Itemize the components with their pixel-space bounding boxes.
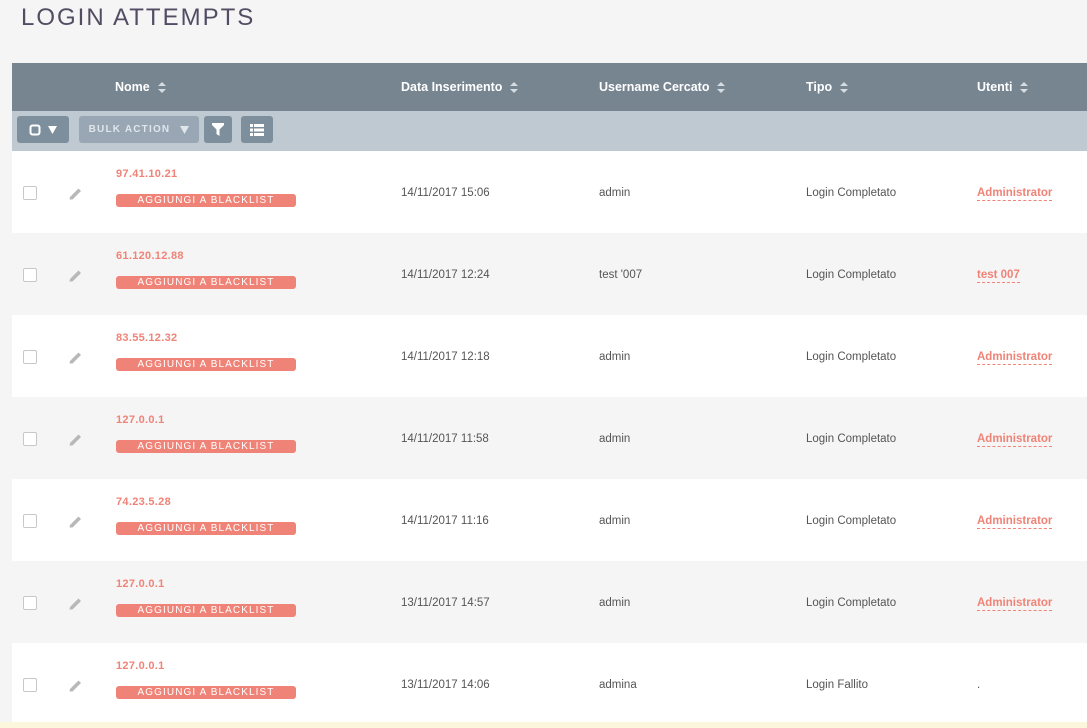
date-cell: 14/11/2017 15:06 [401, 187, 490, 199]
sort-icon [510, 81, 519, 93]
list-icon [250, 123, 264, 136]
column-header-username-cercato[interactable]: Username Cercato [599, 80, 726, 94]
bulk-action-label: BULK ACTION [88, 124, 171, 135]
table-row: 127.0.0.1 AGGIUNGI A BLACKLIST 13/11/201… [12, 561, 1087, 643]
sort-icon [840, 81, 849, 93]
date-cell: 14/11/2017 11:16 [401, 515, 489, 527]
column-label: Username Cercato [599, 80, 710, 94]
sort-icon [717, 81, 726, 93]
type-cell: Login Completato [806, 269, 897, 281]
column-header-utenti[interactable]: Utenti [977, 80, 1029, 94]
row-checkbox[interactable] [23, 350, 37, 364]
username-cell: admin [599, 187, 631, 199]
username-cell: admin [599, 433, 631, 445]
user-cell: . [977, 679, 981, 691]
type-cell: Login Completato [806, 515, 897, 527]
pencil-icon[interactable] [69, 597, 83, 610]
add-to-blacklist-button[interactable]: AGGIUNGI A BLACKLIST [116, 686, 296, 699]
pencil-icon[interactable] [69, 433, 83, 446]
row-checkbox[interactable] [23, 186, 37, 200]
caret-down-icon [48, 125, 57, 134]
pencil-icon[interactable] [69, 679, 83, 692]
sort-icon [157, 81, 166, 93]
footer-strip [0, 722, 1087, 728]
user-link[interactable]: test 007 [977, 269, 1020, 283]
list-view-table: Nome Data Inserimento Username Cercato T… [12, 63, 1087, 725]
filter-icon [212, 123, 224, 136]
column-label: Data Inserimento [401, 80, 503, 94]
ip-address-link[interactable]: 127.0.0.1 [116, 414, 165, 426]
date-cell: 13/11/2017 14:06 [401, 679, 490, 691]
add-to-blacklist-button[interactable]: AGGIUNGI A BLACKLIST [116, 440, 296, 453]
pencil-icon[interactable] [69, 351, 83, 364]
ip-address-link[interactable]: 127.0.0.1 [116, 660, 165, 672]
type-cell: Login Fallito [806, 679, 869, 691]
user-link[interactable]: Administrator [977, 187, 1053, 201]
column-header-nome[interactable]: Nome [115, 80, 166, 94]
row-checkbox[interactable] [23, 268, 37, 282]
table-header: Nome Data Inserimento Username Cercato T… [12, 63, 1087, 111]
ip-address-link[interactable]: 61.120.12.88 [116, 250, 184, 262]
pencil-icon[interactable] [69, 269, 83, 282]
ip-address-link[interactable]: 127.0.0.1 [116, 578, 165, 590]
date-cell: 14/11/2017 12:18 [401, 351, 490, 363]
username-cell: admin [599, 351, 631, 363]
row-checkbox[interactable] [23, 596, 37, 610]
list-toolbar: BULK ACTION [12, 111, 1087, 151]
column-label: Tipo [806, 80, 833, 94]
date-cell: 13/11/2017 14:57 [401, 597, 490, 609]
filter-button[interactable] [204, 116, 232, 143]
add-to-blacklist-button[interactable]: AGGIUNGI A BLACKLIST [116, 276, 296, 289]
username-cell: admin [599, 597, 631, 609]
pencil-icon[interactable] [69, 187, 83, 200]
row-checkbox[interactable] [23, 678, 37, 692]
username-cell: admin [599, 515, 631, 527]
pencil-icon[interactable] [69, 515, 83, 528]
username-cell: test '007 [599, 269, 643, 281]
add-to-blacklist-button[interactable]: AGGIUNGI A BLACKLIST [116, 194, 296, 207]
table-row: 97.41.10.21 AGGIUNGI A BLACKLIST 14/11/2… [12, 151, 1087, 233]
ip-address-link[interactable]: 97.41.10.21 [116, 168, 177, 180]
table-row: 83.55.12.32 AGGIUNGI A BLACKLIST 14/11/2… [12, 315, 1087, 397]
date-cell: 14/11/2017 11:58 [401, 433, 489, 445]
username-cell: admina [599, 679, 637, 691]
checkbox-icon [29, 124, 41, 135]
ip-address-link[interactable]: 74.23.5.28 [116, 496, 171, 508]
row-checkbox[interactable] [23, 432, 37, 446]
user-link[interactable]: Administrator [977, 351, 1053, 365]
add-to-blacklist-button[interactable]: AGGIUNGI A BLACKLIST [116, 358, 296, 371]
column-header-data-inserimento[interactable]: Data Inserimento [401, 80, 519, 94]
column-header-tipo[interactable]: Tipo [806, 80, 849, 94]
type-cell: Login Completato [806, 597, 897, 609]
sort-icon [1020, 81, 1029, 93]
row-checkbox[interactable] [23, 514, 37, 528]
table-row: 74.23.5.28 AGGIUNGI A BLACKLIST 14/11/20… [12, 479, 1087, 561]
bulk-action-button[interactable]: BULK ACTION [79, 116, 199, 143]
table-row: 127.0.0.1 AGGIUNGI A BLACKLIST 13/11/201… [12, 643, 1087, 725]
user-link[interactable]: Administrator [977, 597, 1053, 611]
page-title: LOGIN ATTEMPTS [21, 4, 256, 31]
column-chooser-button[interactable] [241, 116, 273, 143]
user-link[interactable]: Administrator [977, 515, 1053, 529]
add-to-blacklist-button[interactable]: AGGIUNGI A BLACKLIST [116, 604, 296, 617]
add-to-blacklist-button[interactable]: AGGIUNGI A BLACKLIST [116, 522, 296, 535]
column-label: Nome [115, 80, 150, 94]
user-link[interactable]: Administrator [977, 433, 1053, 447]
ip-address-link[interactable]: 83.55.12.32 [116, 332, 177, 344]
table-row: 127.0.0.1 AGGIUNGI A BLACKLIST 14/11/201… [12, 397, 1087, 479]
type-cell: Login Completato [806, 433, 897, 445]
select-all-dropdown-button[interactable] [17, 116, 69, 143]
column-label: Utenti [977, 80, 1013, 94]
type-cell: Login Completato [806, 187, 897, 199]
caret-down-icon [180, 125, 190, 134]
type-cell: Login Completato [806, 351, 897, 363]
date-cell: 14/11/2017 12:24 [401, 269, 490, 281]
table-row: 61.120.12.88 AGGIUNGI A BLACKLIST 14/11/… [12, 233, 1087, 315]
